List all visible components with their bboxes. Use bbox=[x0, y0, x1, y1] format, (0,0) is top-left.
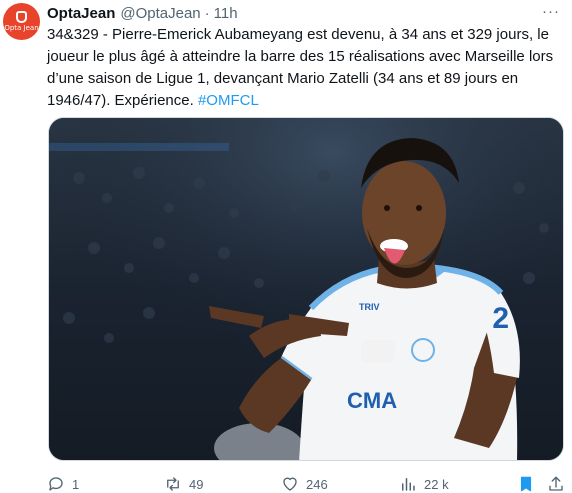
more-dots-icon[interactable]: ··· bbox=[542, 3, 560, 20]
tweet: Opta Jean OptaJean @OptaJean · 11h ··· 3… bbox=[0, 0, 572, 493]
reply-count: 1 bbox=[72, 476, 80, 492]
opta-logo-icon bbox=[16, 11, 27, 23]
player-photo-illustration: 2 CMA TRIV bbox=[49, 118, 563, 460]
reply-button[interactable]: 1 bbox=[47, 474, 79, 493]
repost-button[interactable]: 49 bbox=[164, 474, 203, 493]
jersey-chest-text: TRIV bbox=[359, 302, 380, 312]
action-bar: 1 49 246 22 k bbox=[47, 474, 567, 493]
repost-icon bbox=[167, 477, 179, 491]
reply-icon bbox=[49, 477, 63, 491]
tweet-text: 34&329 - Pierre-Emerick Aubameyang est d… bbox=[47, 24, 565, 112]
avatar[interactable]: Opta Jean bbox=[3, 3, 40, 40]
views-bar-icon bbox=[402, 478, 415, 491]
views-button[interactable]: 22 k bbox=[399, 474, 449, 493]
jersey-number-2: 2 bbox=[492, 302, 509, 335]
hashtag-link[interactable]: #OMFCL bbox=[198, 92, 259, 109]
repost-count: 49 bbox=[189, 476, 204, 492]
like-count: 246 bbox=[306, 476, 328, 492]
separator-dot: · bbox=[204, 4, 210, 22]
like-button[interactable]: 246 bbox=[281, 474, 328, 493]
views-count: 22 k bbox=[424, 476, 449, 492]
tweet-timestamp[interactable]: 11h bbox=[214, 5, 238, 22]
jersey-sponsor: CMA bbox=[347, 388, 397, 413]
tweet-photo[interactable]: 2 CMA TRIV bbox=[48, 117, 564, 461]
tweet-body: 34&329 - Pierre-Emerick Aubameyang est d… bbox=[47, 26, 554, 109]
account-name[interactable]: OptaJean bbox=[47, 5, 115, 22]
avatar-logo-text: Opta Jean bbox=[4, 24, 39, 32]
share-icon bbox=[549, 476, 563, 491]
account-handle[interactable]: @OptaJean bbox=[120, 5, 200, 22]
bookmark-button[interactable] bbox=[517, 474, 542, 493]
heart-icon bbox=[283, 477, 297, 491]
tweet-header: OptaJean @OptaJean · 11h bbox=[47, 3, 238, 23]
share-button[interactable] bbox=[547, 474, 572, 493]
bookmark-icon bbox=[520, 476, 532, 492]
